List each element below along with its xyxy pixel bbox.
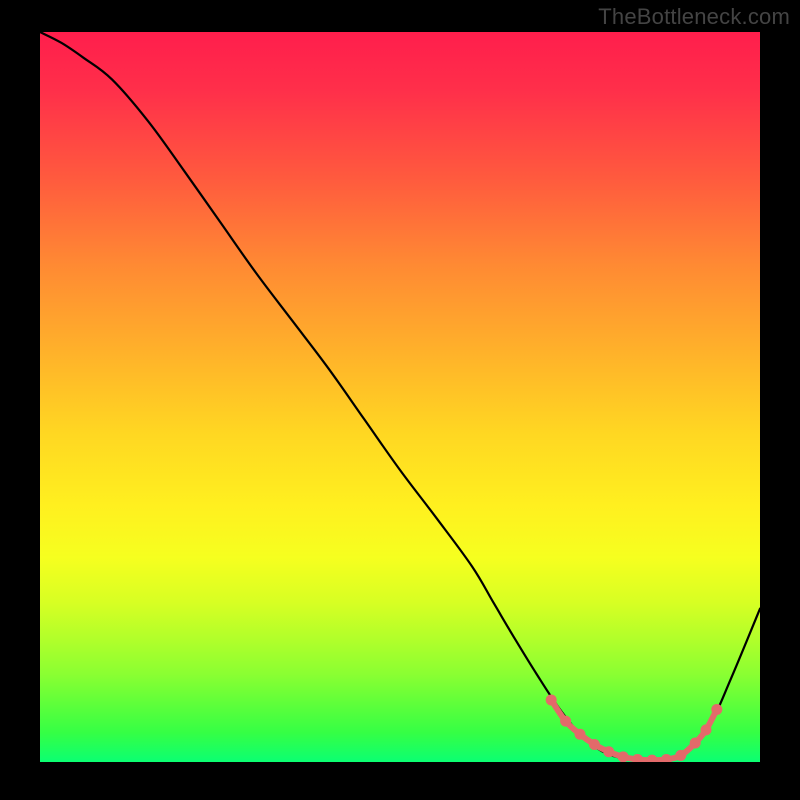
highlight-dot-line <box>551 700 717 760</box>
highlight-dot <box>701 724 712 735</box>
chart-frame: TheBottleneck.com <box>0 0 800 800</box>
bottleneck-curve-line <box>40 32 760 761</box>
highlight-dot <box>675 750 686 761</box>
highlight-dot <box>661 754 672 762</box>
watermark-text: TheBottleneck.com <box>598 4 790 30</box>
highlight-dot <box>690 738 701 749</box>
highlight-dot <box>603 746 614 757</box>
highlight-dot <box>546 694 557 705</box>
highlight-dot <box>632 754 643 762</box>
highlight-dot <box>589 739 600 750</box>
chart-overlay-svg <box>40 32 760 762</box>
highlight-dot-group <box>546 694 723 762</box>
highlight-dot <box>560 716 571 727</box>
highlight-dot <box>618 751 629 762</box>
highlight-dot <box>711 704 722 715</box>
highlight-dot <box>647 755 658 762</box>
highlight-dot <box>575 729 586 740</box>
